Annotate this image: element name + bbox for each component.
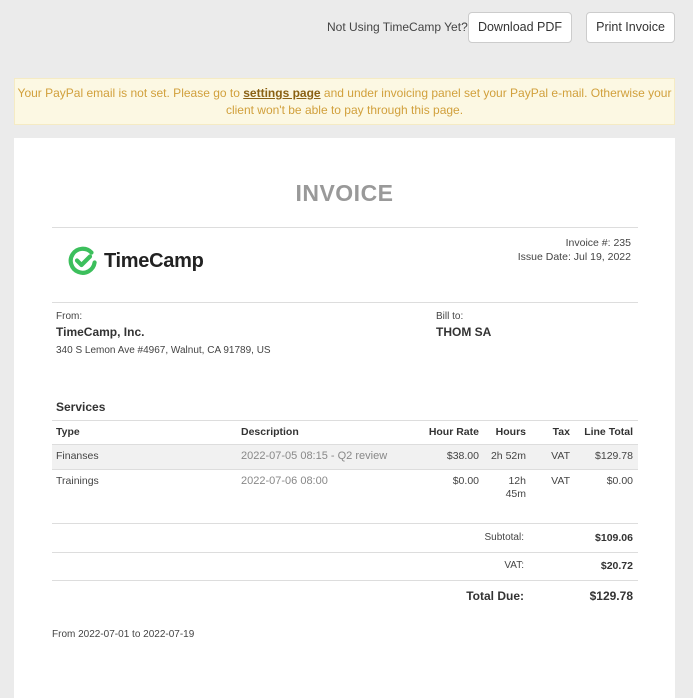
summary-border — [52, 523, 638, 524]
summary-border — [52, 580, 638, 581]
invoice-meta: Invoice #: 235 Issue Date: Jul 19, 2022 — [518, 236, 631, 264]
invoice-document: INVOICE TimeCamp Invoice #: 235 Issue Da… — [14, 138, 675, 698]
bill-to-name: THOM SA — [436, 325, 492, 339]
invoice-number: Invoice #: 235 — [565, 237, 631, 249]
row-line-total: $129.78 — [595, 450, 633, 462]
row-tax: VAT — [551, 450, 570, 462]
column-header-type: Type — [56, 426, 80, 438]
bill-to-label: Bill to: — [436, 311, 464, 322]
alert-text-before: Your PayPal email is not set. Please go … — [17, 86, 244, 100]
row-hours: 2h 52m — [490, 450, 526, 462]
row-description: 2022-07-06 08:00 — [241, 475, 328, 487]
summary-border — [52, 552, 638, 553]
column-header-hour-rate: Hour Rate — [428, 426, 479, 438]
vat-value: $20.72 — [600, 560, 633, 572]
column-header-hours: Hours — [495, 426, 526, 438]
paypal-warning-alert: Your PayPal email is not set. Please go … — [14, 78, 675, 125]
row-hours-line2: 45m — [505, 488, 526, 500]
not-using-text: Not Using TimeCamp Yet? — [327, 20, 468, 34]
invoice-period: From 2022-07-01 to 2022-07-19 — [52, 629, 195, 640]
table-top-border — [52, 420, 638, 421]
divider — [52, 227, 638, 228]
total-due-value: $129.78 — [589, 589, 633, 603]
column-header-tax: Tax — [552, 426, 570, 438]
row-description: 2022-07-05 08:15 - Q2 review — [241, 450, 388, 462]
vat-label: VAT: — [504, 560, 524, 571]
bill-to-section: Bill to: THOM SA — [436, 311, 491, 339]
row-tax: VAT — [551, 475, 570, 487]
from-name: TimeCamp, Inc. — [56, 325, 145, 339]
row-hours: 12h 45m — [484, 475, 526, 501]
column-header-line-total: Line Total — [584, 426, 633, 438]
download-pdf-button[interactable]: Download PDF — [468, 12, 572, 43]
divider — [52, 302, 638, 303]
row-type: Trainings — [56, 475, 99, 487]
row-hour-rate: $38.00 — [446, 450, 479, 462]
total-due-label: Total Due: — [466, 589, 524, 603]
logo-text: TimeCamp — [104, 250, 204, 272]
from-section: From: TimeCamp, Inc. 340 S Lemon Ave #49… — [56, 311, 271, 356]
print-invoice-button[interactable]: Print Invoice — [586, 12, 675, 43]
row-border — [52, 469, 638, 470]
from-address: 340 S Lemon Ave #4967, Walnut, CA 91789,… — [56, 345, 271, 356]
subtotal-label: Subtotal: — [484, 532, 524, 543]
issue-date: Issue Date: Jul 19, 2022 — [517, 251, 631, 263]
column-header-description: Description — [241, 426, 299, 438]
invoice-title: INVOICE — [295, 180, 394, 206]
row-hours-line1: 12h — [508, 475, 526, 487]
settings-page-link[interactable]: settings page — [243, 86, 320, 100]
row-hour-rate: $0.00 — [452, 475, 479, 487]
services-title: Services — [56, 400, 106, 414]
timecamp-logo-icon — [68, 246, 97, 275]
top-bar: Not Using TimeCamp Yet? Download PDF Pri… — [0, 0, 693, 54]
subtotal-value: $109.06 — [595, 532, 633, 544]
timecamp-logo: TimeCamp — [66, 244, 226, 278]
row-type: Finanses — [56, 450, 99, 462]
row-line-total: $0.00 — [606, 475, 633, 487]
from-label: From: — [56, 311, 83, 322]
